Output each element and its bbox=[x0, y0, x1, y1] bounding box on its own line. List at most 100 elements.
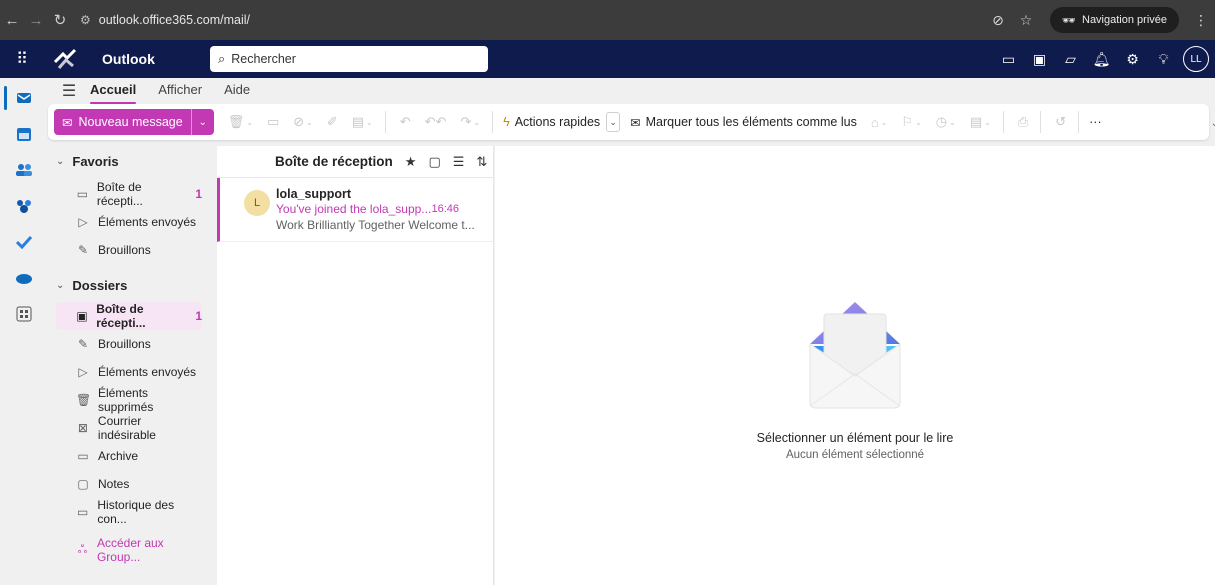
folder-item-sent[interactable]: ▷ Éléments envoyés bbox=[56, 358, 202, 386]
chevron-down-icon: ⌄ bbox=[56, 156, 65, 167]
junk-icon: ⊠ bbox=[77, 421, 88, 435]
onedrive-app-icon[interactable] bbox=[0, 260, 48, 296]
sort-icon[interactable]: ⇅ bbox=[476, 154, 487, 170]
groups-link[interactable]: ஃ Accéder aux Group... bbox=[56, 536, 202, 564]
tab-accueil[interactable]: Accueil bbox=[90, 78, 137, 104]
reload-icon[interactable]: ↻ bbox=[48, 11, 72, 29]
divider bbox=[1078, 111, 1080, 133]
folder-label: Notes bbox=[98, 477, 130, 491]
ribbon-toolbar: ✉ Nouveau message ⌄ 🗑︎ ⌄ ▭ ⊘ ⌄ ✐ ▤ ⌄ ↶ ↶↶ ↷… bbox=[48, 104, 1215, 140]
org-logo-icon[interactable] bbox=[44, 48, 88, 70]
yammer-app-icon[interactable] bbox=[0, 188, 48, 224]
office-icon[interactable]: ▣ bbox=[1024, 51, 1055, 68]
more-options-button[interactable]: ··· bbox=[1089, 115, 1102, 129]
eye-off-icon[interactable]: ⊘ bbox=[984, 12, 1012, 29]
folder-icon: ▭ bbox=[77, 505, 89, 519]
todo-app-icon[interactable] bbox=[0, 224, 48, 260]
star-icon[interactable]: ☆ bbox=[1012, 12, 1040, 29]
teams-chat-icon[interactable]: ▭ bbox=[993, 51, 1024, 68]
notes-icon: ▢ bbox=[77, 477, 89, 491]
flag-icon[interactable]: ⚐ ⌄ bbox=[901, 114, 921, 130]
mark-all-read-button[interactable]: ✉ Marquer tous les éléments comme lus bbox=[630, 115, 857, 130]
select-icon[interactable]: ▢ bbox=[428, 154, 440, 170]
reply-icon[interactable]: ↶ bbox=[400, 114, 411, 130]
unread-count: 1 bbox=[195, 309, 202, 323]
star-icon[interactable]: ★ bbox=[405, 154, 417, 170]
report-icon[interactable]: ⊘ ⌄ bbox=[293, 114, 313, 130]
private-browsing-badge[interactable]: 🕶 Navigation privée bbox=[1050, 7, 1179, 33]
empty-state-subtitle: Aucun élément sélectionné bbox=[785, 449, 925, 461]
folder-label: Courrier indésirable bbox=[97, 414, 156, 442]
quick-actions-label: Actions rapides bbox=[514, 115, 601, 129]
hamburger-menu-icon[interactable]: ☰ bbox=[48, 81, 90, 101]
browser-menu-icon[interactable]: ⋮ bbox=[1187, 12, 1215, 29]
folder-item-drafts[interactable]: ✎ Brouillons bbox=[56, 330, 202, 358]
address-bar[interactable]: ⚙ outlook.office365.com/mail/ bbox=[80, 13, 250, 27]
folder-item-inbox[interactable]: ▣ Boîte de récepti... 1 bbox=[56, 302, 202, 330]
message-subject: You've joined the lola_supp... bbox=[276, 202, 432, 216]
message-list-title: Boîte de réception bbox=[275, 154, 393, 169]
mail-app-icon[interactable] bbox=[0, 80, 48, 116]
search-input[interactable]: ⌕ Rechercher bbox=[210, 46, 488, 72]
send-icon: ▷ bbox=[78, 365, 88, 379]
forward-icon[interactable]: ↷ ⌄ bbox=[460, 114, 480, 130]
bell-icon[interactable]: 🔔︎ bbox=[1086, 51, 1117, 68]
site-settings-icon[interactable]: ⚙ bbox=[80, 13, 91, 27]
ribbon-collapse-icon[interactable]: ⌄ bbox=[1211, 118, 1215, 129]
new-message-button[interactable]: ✉ Nouveau message ⌄ bbox=[54, 109, 214, 135]
app-launcher-icon[interactable]: ⠿ bbox=[0, 49, 44, 69]
quick-actions-dropdown[interactable]: ⌄ bbox=[606, 112, 621, 132]
more-apps-icon[interactable] bbox=[0, 296, 48, 332]
quick-actions-button[interactable]: ϟ Actions rapides bbox=[503, 115, 600, 129]
rules-icon[interactable]: ▤ ⌄ bbox=[970, 114, 991, 130]
divider bbox=[492, 111, 494, 133]
tab-afficher[interactable]: Afficher bbox=[158, 78, 202, 104]
filter-icon[interactable]: ☰ bbox=[453, 154, 465, 170]
groups-icon: ஃ bbox=[77, 542, 88, 556]
archive-icon[interactable]: ▭ bbox=[267, 114, 279, 130]
delete-icon[interactable]: 🗑︎ ⌄ bbox=[228, 114, 253, 130]
people-app-icon[interactable] bbox=[0, 152, 48, 188]
back-icon[interactable]: ← bbox=[0, 12, 24, 29]
app-rail bbox=[0, 78, 48, 585]
folder-item-archive[interactable]: ▭ Archive bbox=[56, 442, 202, 470]
gear-icon[interactable]: ⚙ bbox=[1117, 51, 1148, 68]
favorite-item-drafts[interactable]: ✎ Brouillons bbox=[56, 236, 202, 264]
new-message-label: Nouveau message bbox=[78, 115, 183, 129]
avatar[interactable]: LL bbox=[1183, 46, 1209, 72]
folder-item-deleted[interactable]: 🗑︎ Éléments supprimés bbox=[56, 386, 202, 414]
folder-item-conversation-history[interactable]: ▭ Historique des con... bbox=[56, 498, 202, 526]
folders-section-header[interactable]: ⌄ Dossiers bbox=[56, 278, 127, 293]
forward-icon[interactable]: → bbox=[24, 12, 48, 29]
sweep-icon[interactable]: ✐ bbox=[327, 114, 338, 130]
folder-label: Brouillons bbox=[98, 337, 151, 351]
lightbulb-icon[interactable]: 💡︎ bbox=[1148, 51, 1179, 68]
folder-label: Brouillons bbox=[98, 243, 151, 257]
folder-label: Archive bbox=[98, 449, 139, 463]
undo-icon[interactable]: ↺ bbox=[1055, 114, 1066, 130]
incognito-icon: 🕶 bbox=[1062, 14, 1076, 27]
favorites-section-header[interactable]: ⌄ Favoris bbox=[56, 154, 119, 169]
folder-label: Éléments envoyés bbox=[98, 365, 197, 379]
reply-all-icon[interactable]: ↶↶ bbox=[425, 114, 447, 130]
favorite-item-inbox[interactable]: ▭ Boîte de récepti... 1 bbox=[56, 180, 202, 208]
tab-aide[interactable]: Aide bbox=[224, 78, 250, 104]
tag-icon[interactable]: ⌂ ⌄ bbox=[871, 115, 888, 130]
clock-icon[interactable]: ◷ ⌄ bbox=[936, 114, 956, 130]
my-day-icon[interactable]: ▱ bbox=[1055, 51, 1086, 68]
avatar: L bbox=[244, 190, 270, 216]
archive-icon: ▭ bbox=[77, 449, 89, 463]
folder-item-junk[interactable]: ⊠ Courrier indésirable bbox=[56, 414, 202, 442]
list-item[interactable]: L lola_support You've joined the lola_su… bbox=[217, 178, 493, 242]
calendar-app-icon[interactable] bbox=[0, 116, 48, 152]
message-sender: lola_support bbox=[276, 187, 352, 201]
search-icon: ⌕ bbox=[218, 51, 226, 66]
print-icon[interactable]: ⎙ bbox=[1018, 114, 1028, 130]
folder-pane: ⌄ Favoris ▭ Boîte de récepti... 1 ▷ Élém… bbox=[48, 140, 216, 585]
favorite-item-sent[interactable]: ▷ Éléments envoyés bbox=[56, 208, 202, 236]
move-to-icon[interactable]: ▤ ⌄ bbox=[352, 114, 373, 130]
folder-item-notes[interactable]: ▢ Notes bbox=[56, 470, 202, 498]
message-list: Boîte de réception ★ ▢ ☰ ⇅ L lola_suppor… bbox=[217, 146, 494, 585]
app-title[interactable]: Outlook bbox=[102, 51, 210, 67]
chevron-down-icon[interactable]: ⌄ bbox=[192, 117, 214, 128]
